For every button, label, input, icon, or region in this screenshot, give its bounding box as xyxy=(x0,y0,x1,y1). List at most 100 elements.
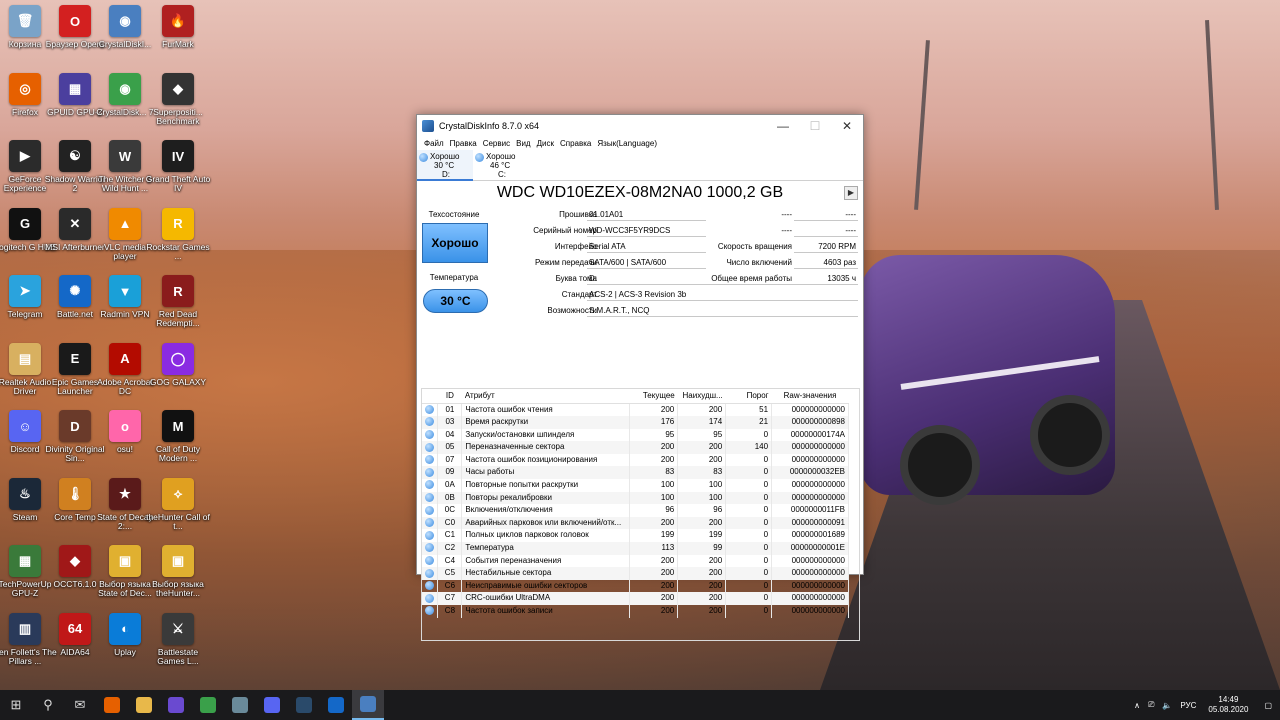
taskbar-folder-button[interactable] xyxy=(128,690,160,720)
network-icon[interactable]: ⎚ xyxy=(1144,700,1158,710)
desktop-icon[interactable]: 🔥 FurMark xyxy=(145,5,211,49)
smart-row[interactable]: 05 Переназначенные сектора 200 200 140 000000… xyxy=(422,441,849,454)
smart-row[interactable]: 07 Частота ошибок позиционирования 200 200 0… xyxy=(422,453,849,467)
smart-row[interactable]: C5 Нестабильные сектора 200 200 0 00000000000… xyxy=(422,567,849,580)
threshold-column-header[interactable]: Порог xyxy=(725,389,772,404)
desktop-icon[interactable]: M Call of Duty Modern ... xyxy=(145,410,211,463)
temperature-badge[interactable]: 30 °C xyxy=(423,289,488,313)
logitech-icon: G xyxy=(9,207,41,240)
battlenet-icon: ✺ xyxy=(59,275,91,307)
desktop-icon[interactable]: R Red Dead Redempti... xyxy=(145,275,211,328)
smart-threshold-cell: 0 xyxy=(725,542,773,555)
taskbar-mail-button[interactable]: ✉ xyxy=(64,690,96,720)
smart-current-cell: 200 xyxy=(629,579,679,593)
taskbar-start-button[interactable]: ⊞ xyxy=(0,690,32,720)
smart-row[interactable]: 0A Повторные попытки раскрутки 100 100 0 0000… xyxy=(422,479,849,492)
desktop-icon[interactable]: ⚔ Battlestate Games L... xyxy=(145,612,211,666)
desktop-icon[interactable]: ◆ Superpositi... Benchmark xyxy=(145,72,211,126)
smart-row[interactable]: C2 Температура 113 99 0 00000000001E xyxy=(422,542,849,555)
desktop-icon-label: Rockstar Games ... xyxy=(146,241,210,261)
taskbar-crystaldiskmark-button[interactable] xyxy=(224,690,256,720)
desktop-icon[interactable]: R Rockstar Games ... xyxy=(145,207,211,261)
minimize-button[interactable]: — xyxy=(767,115,799,136)
status-good-icon xyxy=(425,417,435,427)
desktop-icon[interactable]: IV Grand Theft Auto IV xyxy=(145,140,211,193)
recycle-bin-icon: 🗑 xyxy=(9,5,41,37)
smart-id-cell: C8 xyxy=(437,605,463,618)
smart-threshold-cell: 0 xyxy=(725,529,773,543)
occt-icon: ◆ xyxy=(59,545,91,577)
smart-status-cell xyxy=(422,403,439,417)
smart-current-cell: 200 xyxy=(629,403,679,417)
smart-row[interactable]: 0B Повторы рекалибровки 100 100 0 00000000000… xyxy=(422,491,849,505)
status-good-icon xyxy=(425,518,435,528)
clock-date: 05.08.2020 xyxy=(1208,705,1249,714)
smart-row[interactable]: 04 Запуски/остановки шпинделя 95 95 0 0000000… xyxy=(422,428,849,442)
menu-disk[interactable]: Диск xyxy=(534,139,557,148)
blank-value: ---- xyxy=(794,224,858,237)
gog-icon: ◯ xyxy=(162,342,194,375)
smart-row[interactable]: 09 Часы работы 83 83 0 0000000032EB xyxy=(422,466,849,480)
smart-row[interactable]: C0 Аварийных парковок или включений/отк..… xyxy=(422,516,849,530)
clock[interactable]: 14:49 05.08.2020 xyxy=(1200,695,1256,715)
menu-file[interactable]: Файл xyxy=(421,139,447,148)
input-language[interactable]: РУС xyxy=(1176,701,1200,710)
taskbar-steam-button[interactable] xyxy=(288,690,320,720)
smart-raw-value-cell: 000000000000 xyxy=(771,491,849,505)
taskbar-firefox-button[interactable] xyxy=(96,690,128,720)
smart-status-cell xyxy=(422,466,439,480)
close-button[interactable]: ✕ xyxy=(831,115,863,136)
status-good-icon xyxy=(425,455,435,465)
smart-row[interactable]: C4 События переназначения 200 200 0 000000000… xyxy=(422,554,849,568)
taskbar-gpuz-button[interactable] xyxy=(160,690,192,720)
notifications-icon[interactable]: ▢ xyxy=(1256,701,1280,710)
menu-help[interactable]: Справка xyxy=(557,139,594,148)
smart-worst-cell: 100 xyxy=(677,491,727,505)
menu-service[interactable]: Сервис xyxy=(480,139,513,148)
smart-current-cell: 200 xyxy=(629,441,679,454)
smart-attribute-cell: Включения/отключения xyxy=(461,504,631,517)
smart-row[interactable]: C1 Полных циклов парковок головок 199 199 0 0… xyxy=(422,529,849,543)
drive-letter: C: xyxy=(498,170,506,179)
smart-attribute-cell: Запуски/остановки шпинделя xyxy=(461,428,631,442)
drive-letter: D: xyxy=(442,170,450,179)
maximize-button[interactable]: ☐ xyxy=(799,115,831,136)
smart-row[interactable]: 03 Время раскрутки 176 174 21 000000000898 xyxy=(422,416,849,429)
tray-expand-icon[interactable]: ∧ xyxy=(1130,701,1144,710)
volume-icon[interactable]: 🔈 xyxy=(1158,701,1176,710)
desktop-icon[interactable]: ▣ Выбор языка theHunter... xyxy=(145,545,211,598)
health-status-button[interactable]: Хорошо xyxy=(422,223,488,263)
taskbar-battlenet-button[interactable] xyxy=(320,690,352,720)
id-column-header[interactable]: ID xyxy=(437,389,462,404)
current-column-header[interactable]: Текущее xyxy=(629,389,678,404)
worst-column-header[interactable]: Наихудш... xyxy=(677,389,726,404)
smart-attributes-list[interactable]: ID Атрибут Текущее Наихудш... Порог Raw-… xyxy=(421,388,860,641)
taskbar-msi-afterburner-button[interactable] xyxy=(192,690,224,720)
smart-row[interactable]: C7 CRC-ошибки UltraDMA 200 200 0 000000000000 xyxy=(422,592,849,605)
taskbar-crystaldiskinfo-button[interactable] xyxy=(352,690,384,720)
taskbar-discord-button[interactable] xyxy=(256,690,288,720)
next-disk-button[interactable]: ▶ xyxy=(844,186,858,200)
drive-tab-c[interactable]: Хорошо 46 °C C: xyxy=(473,150,529,181)
desktop-icon[interactable]: ◯ GOG GALAXY xyxy=(145,342,211,387)
smart-table: ID Атрибут Текущее Наихудш... Порог Raw-… xyxy=(422,389,849,618)
smart-id-cell: C0 xyxy=(437,516,463,530)
taskbar-search-button[interactable]: ⚲ xyxy=(32,690,64,720)
smart-row[interactable]: C8 Частота ошибок записи 200 200 0 0000000000… xyxy=(422,605,849,618)
smart-row[interactable]: C6 Неисправимые ошибки секторов 200 200 0 000… xyxy=(422,579,849,593)
desktop-icon[interactable]: ⟡ theHunter Call of t... xyxy=(145,477,211,531)
title-bar[interactable]: CrystalDiskInfo 8.7.0 x64 — ☐ ✕ xyxy=(417,115,863,136)
smart-row[interactable]: 0C Включения/отключения 96 96 0 0000000011FB xyxy=(422,504,849,517)
menu-bar: Файл Правка Сервис Вид Диск Справка Язык… xyxy=(417,136,863,150)
smart-threshold-cell: 0 xyxy=(725,567,773,580)
menu-language[interactable]: Язык(Language) xyxy=(594,139,660,148)
drive-tab-d[interactable]: Хорошо 30 °C D: xyxy=(417,150,473,181)
smart-attribute-cell: Аварийных парковок или включений/отк... xyxy=(461,516,631,530)
menu-view[interactable]: Вид xyxy=(513,139,533,148)
smart-row[interactable]: 01 Частота ошибок чтения 200 200 51 000000000… xyxy=(422,403,849,417)
raw-values-column-header[interactable]: Raw-значения xyxy=(771,389,849,404)
attribute-column-header[interactable]: Атрибут xyxy=(461,389,630,404)
menu-edit[interactable]: Правка xyxy=(447,139,480,148)
smart-raw-value-cell: 00000000174A xyxy=(771,428,849,442)
smart-current-cell: 200 xyxy=(629,554,679,568)
